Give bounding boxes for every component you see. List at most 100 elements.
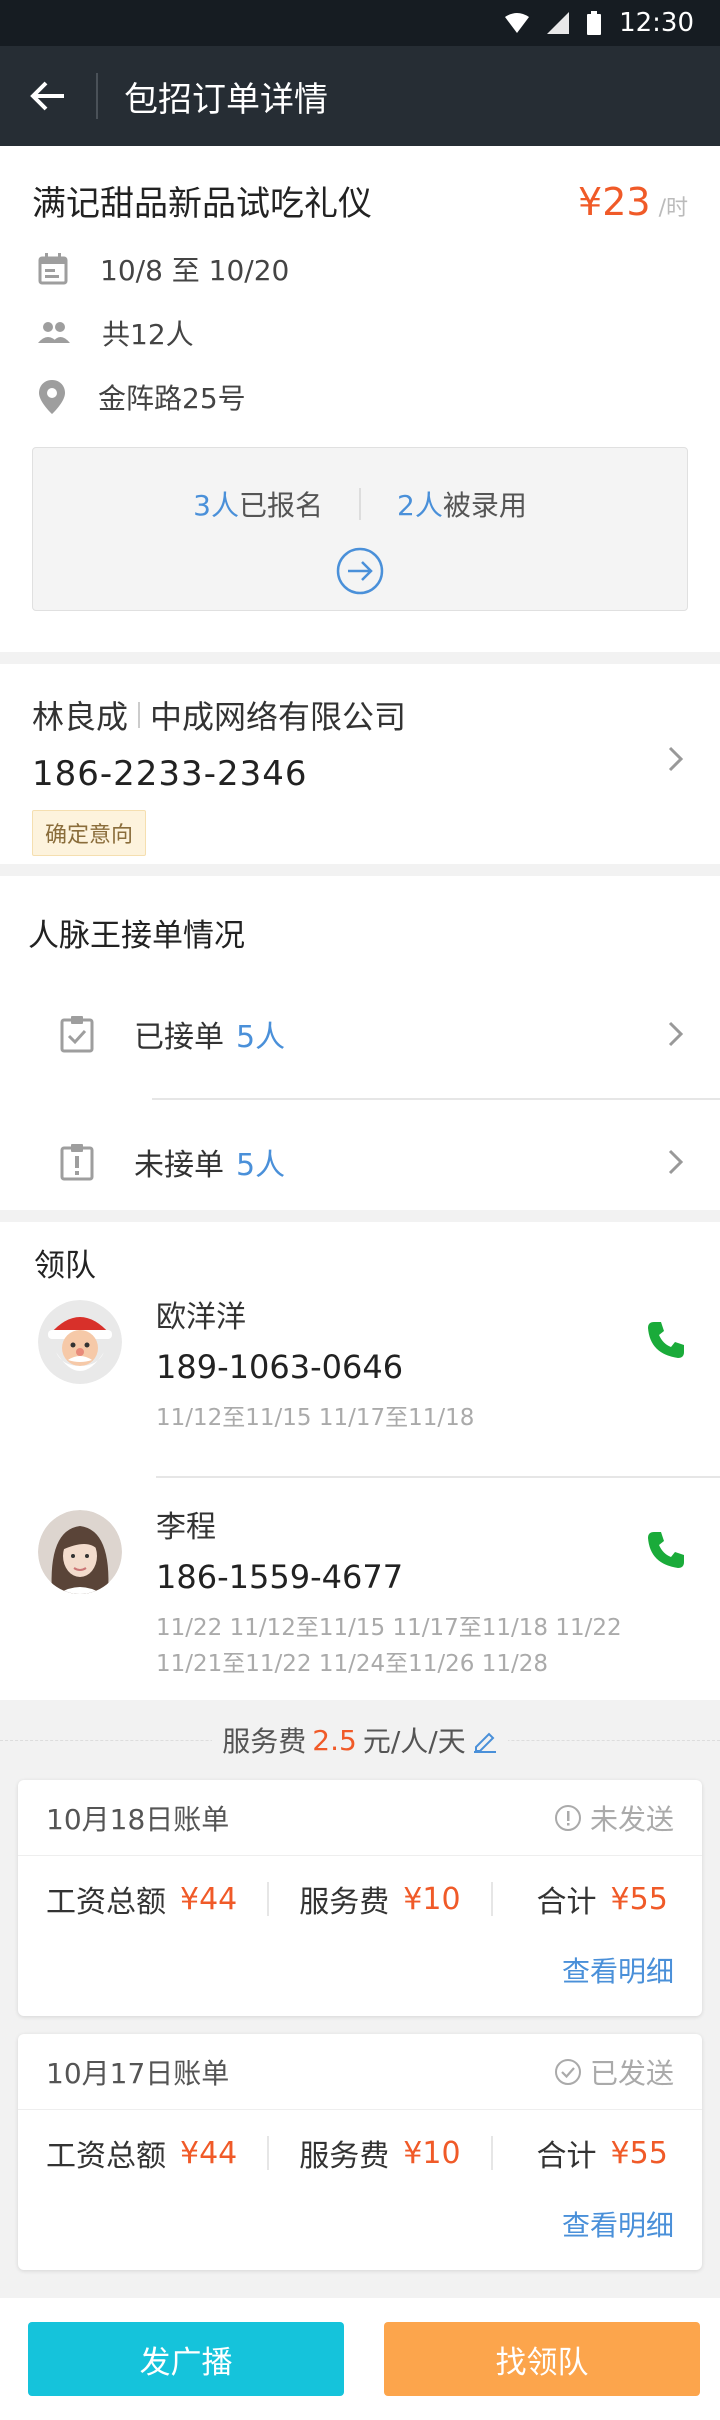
leader-phone: 186-1559-4677: [156, 1558, 404, 1596]
signup-line: 3人 已报名 2人 被录用: [193, 484, 527, 524]
intent-badge: 确定意向: [32, 810, 147, 856]
signed-label: 已报名: [238, 489, 323, 522]
signed-count: 3人: [193, 489, 239, 522]
unreceived-item[interactable]: 未接单 5人: [0, 1098, 720, 1226]
leader-phone: 189-1063-0646: [156, 1348, 404, 1386]
view-detail-link[interactable]: 查看明细: [562, 2204, 674, 2244]
date-row: 10/8 至 10/20: [32, 249, 688, 289]
leader-dates-line: 11/21至11/22 11/24至11/26 11/28: [156, 1651, 549, 1677]
contact-phone: 186-2233-2346: [32, 754, 308, 794]
leaders-title: 领队: [34, 1248, 96, 1284]
service-fee-text: 服务费 2.5 元/人/天: [212, 1720, 508, 1760]
fee-prefix: 服务费: [222, 1725, 307, 1758]
bill-divider: [490, 1882, 493, 1916]
fee-label: 服务费: [299, 1885, 390, 1920]
contact-name: 林良成: [32, 698, 129, 736]
wage-label: 工资总额: [46, 1885, 166, 1920]
total-amount: ¥55: [610, 2135, 668, 2171]
price-value: ¥23: [578, 180, 651, 224]
contact-name-line: 林良成 中成网络有限公司: [32, 692, 688, 738]
bill-card: 10月17日账单 已发送 工资总额 ¥44 服务费 ¥10 合计 ¥55 查看明细: [18, 2034, 702, 2270]
fee-label: 服务费: [299, 2139, 390, 2174]
bill-status: 未发送: [554, 1798, 674, 1838]
leader-dates: 11/12至11/15 11/17至11/18: [156, 1405, 475, 1431]
arrow-circle-right-icon[interactable]: [335, 546, 385, 596]
bill-summary: 工资总额 ¥44 服务费 ¥10 合计 ¥55: [18, 1856, 702, 1942]
chevron-right-icon: [668, 1149, 684, 1175]
bill-date: 10月17日账单: [46, 2056, 230, 2090]
people-icon: [38, 322, 70, 343]
bill-divider: [267, 2136, 270, 2170]
location-pin-icon: [39, 380, 65, 414]
app-bar-divider: [96, 73, 98, 119]
calendar-icon: [38, 253, 68, 285]
back-button[interactable]: [0, 46, 96, 146]
hired-count: 2人: [397, 489, 443, 522]
received-label: 已接单: [134, 1020, 224, 1055]
total-amount: ¥55: [610, 1881, 668, 1917]
chevron-right-icon: [668, 746, 684, 772]
fee-amount: ¥10: [403, 2135, 461, 2171]
contact-company: 中成网络有限公司: [150, 698, 407, 736]
woman-avatar-icon: [38, 1510, 122, 1594]
status-time: 12:30: [619, 8, 694, 38]
wifi-icon: [505, 13, 530, 33]
find-leader-button[interactable]: 找领队: [384, 2322, 700, 2396]
unreceived-label: 未接单: [134, 1148, 224, 1183]
wage-amount: ¥44: [180, 2135, 238, 2171]
arrow-left-icon: [30, 81, 64, 111]
price-unit: /时: [658, 196, 688, 221]
phone-icon[interactable]: [646, 1530, 686, 1570]
order-card: 满记甜品新品试吃礼仪 ¥23/时 10/8 至 10/20 共12人 金阵路25…: [0, 146, 720, 652]
bill-date: 10月18日账单: [46, 1802, 230, 1836]
total-label: 合计: [536, 2139, 597, 2174]
leader-dates: 11/22 11/12至11/15 11/17至11/18 11/22 11/2…: [156, 1610, 720, 1682]
status-bar: 12:30: [0, 0, 720, 46]
name-divider: [138, 702, 141, 728]
wage-amount: ¥44: [180, 1881, 238, 1917]
santa-avatar-icon: [38, 1300, 122, 1384]
avatar: [38, 1510, 122, 1594]
contact-card[interactable]: 林良成 中成网络有限公司 186-2233-2346 确定意向: [0, 664, 720, 864]
order-receive-card: 人脉王接单情况 已接单 5人 未接单 5人: [0, 876, 720, 1210]
hired-label: 被录用: [442, 489, 527, 522]
unreceived-count: 5人: [236, 1148, 286, 1183]
leaders-card: 领队 欧洋洋 189-1063-0646 11/12至11/15 11/17至1…: [0, 1222, 720, 1700]
leader-item[interactable]: 欧洋洋 189-1063-0646 11/12至11/15 11/17至11/1…: [0, 1286, 720, 1472]
edit-pencil-icon[interactable]: [472, 1727, 498, 1753]
battery-icon: [587, 11, 602, 35]
view-detail-link[interactable]: 查看明细: [562, 1950, 674, 1990]
broadcast-button[interactable]: 发广播: [28, 2322, 344, 2396]
app-bar: 包招订单详情: [0, 46, 720, 146]
service-fee-line: 服务费 2.5 元/人/天: [0, 1700, 720, 1780]
bill-summary: 工资总额 ¥44 服务费 ¥10 合计 ¥55: [18, 2110, 702, 2196]
total-label: 合计: [536, 1885, 597, 1920]
fee-value: 2.5: [312, 1723, 357, 1757]
date-range: 10/8 至 10/20: [100, 254, 290, 287]
event-title: 满记甜品新品试吃礼仪: [32, 184, 372, 224]
signup-summary[interactable]: 3人 已报名 2人 被录用: [32, 447, 688, 611]
clipboard-check-icon: [60, 1016, 94, 1053]
leader-name: 欧洋洋: [156, 1300, 246, 1335]
bottom-action-bar: 发广播 找领队: [0, 2298, 720, 2420]
signup-divider: [359, 488, 361, 520]
fee-suffix: 元/人/天: [362, 1725, 466, 1758]
bill-status-label: 未发送: [589, 1802, 674, 1836]
bill-status: 已发送: [554, 2052, 674, 2092]
signal-icon: [547, 12, 570, 34]
event-price: ¥23/时: [578, 180, 688, 224]
page-title: 包招订单详情: [124, 79, 328, 120]
leader-name: 李程: [156, 1510, 216, 1545]
received-count: 5人: [236, 1020, 286, 1055]
alert-circle-icon: [554, 1804, 581, 1831]
leader-item[interactable]: 李程 186-1559-4677 11/22 11/12至11/15 11/17…: [0, 1496, 720, 1682]
leader-divider: [156, 1476, 720, 1478]
phone-icon[interactable]: [646, 1320, 686, 1360]
bill-card: 10月18日账单 未发送 工资总额 ¥44 服务费 ¥10 合计 ¥55 查看明细: [18, 1780, 702, 2016]
avatar: [38, 1300, 122, 1384]
leader-dates-line: 11/22 11/12至11/15 11/17至11/18 11/22: [156, 1615, 622, 1641]
headcount-row: 共12人: [32, 313, 688, 353]
bill-divider: [490, 2136, 493, 2170]
fee-amount: ¥10: [403, 1881, 461, 1917]
received-item[interactable]: 已接单 5人: [0, 970, 720, 1098]
